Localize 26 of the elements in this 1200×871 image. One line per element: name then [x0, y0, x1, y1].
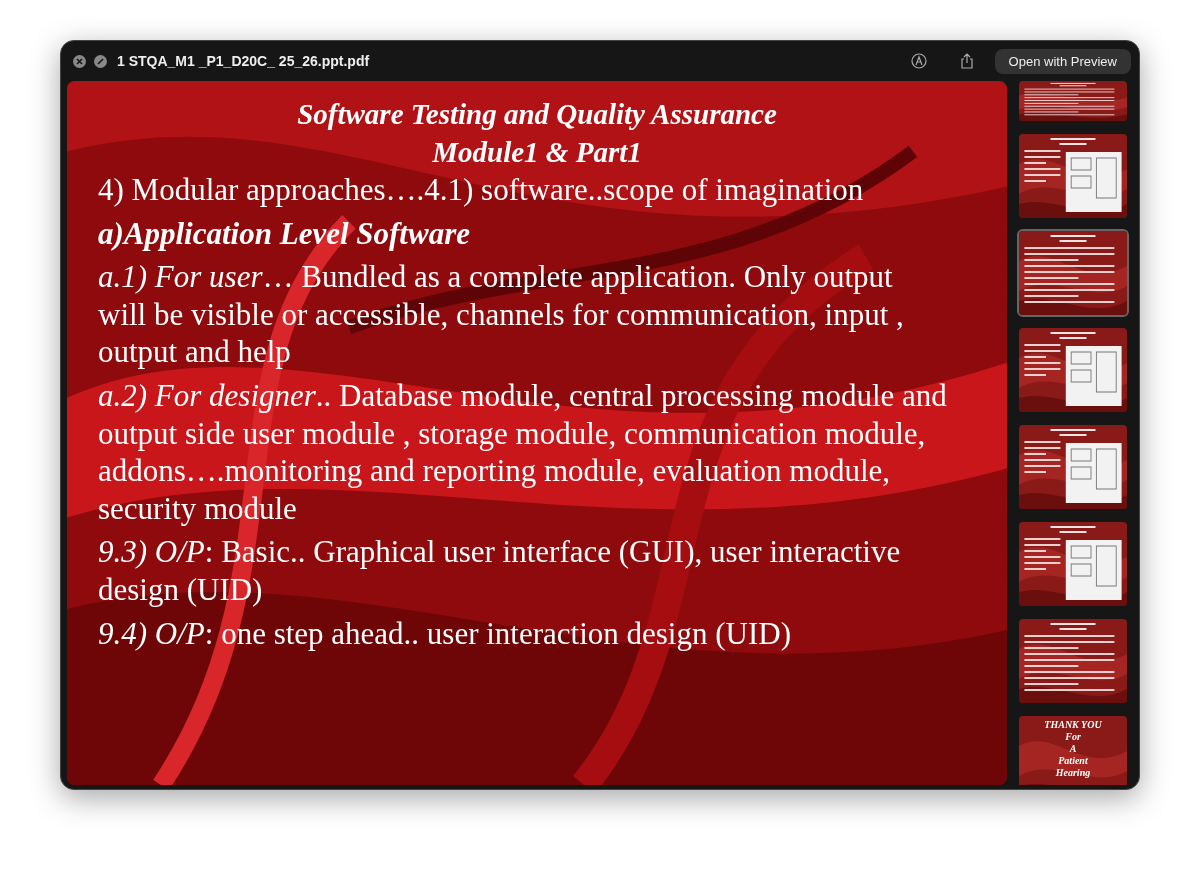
share-icon[interactable]	[958, 53, 975, 69]
slide-thumbnail[interactable]	[1017, 423, 1129, 511]
slide-thumbnail[interactable]	[1017, 132, 1129, 220]
window-title: 1 STQA_M1 _P1_D20C_ 25_26.ppt.pdf	[117, 53, 370, 69]
slide-thumbnail[interactable]	[1017, 81, 1129, 123]
slash-circle-icon[interactable]	[94, 54, 107, 68]
slide-thumbnail[interactable]: THANK YOU For A Patient Hearing	[1017, 714, 1129, 785]
slide-paragraph: 9.3) O/P: Basic.. Graphical user interface (GUI), user interactive design (UID)	[98, 533, 902, 609]
close-icon[interactable]	[73, 54, 86, 68]
thumbnail-text: THANK YOU	[1044, 719, 1102, 731]
slide-thumbnail[interactable]	[1017, 229, 1129, 317]
markup-icon[interactable]	[910, 53, 927, 69]
slide-paragraph: 9.4) O/P: one step ahead.. user interaction design (UID)	[98, 614, 792, 653]
slide-paragraph: a.2) For designer.. Database module, central processing module and output side user module , storage module, communication module, addons….monitoring and reporting module, evaluation module, security module	[98, 376, 947, 528]
slide-title: Module1 & Part1	[431, 135, 643, 170]
slide-thumbnail[interactable]	[1017, 617, 1129, 705]
slide-thumbnail[interactable]	[1017, 326, 1129, 414]
slide-thumbnail[interactable]	[1017, 520, 1129, 608]
open-with-preview-button[interactable]: Open with Preview	[994, 48, 1131, 74]
slide-heading: a)Application Level Software	[98, 214, 471, 253]
slide-title: Software Testing and Quality Assurance	[296, 97, 778, 132]
thumbnail-text: A	[1069, 743, 1077, 755]
slide-paragraph: 4) Modular approaches….4.1) software..scope of imagination	[98, 171, 865, 209]
thumbnail-text: Patient	[1058, 755, 1088, 767]
thumbnail-text: Hearing	[1055, 767, 1091, 779]
thumbnail-text: For	[1065, 731, 1081, 743]
